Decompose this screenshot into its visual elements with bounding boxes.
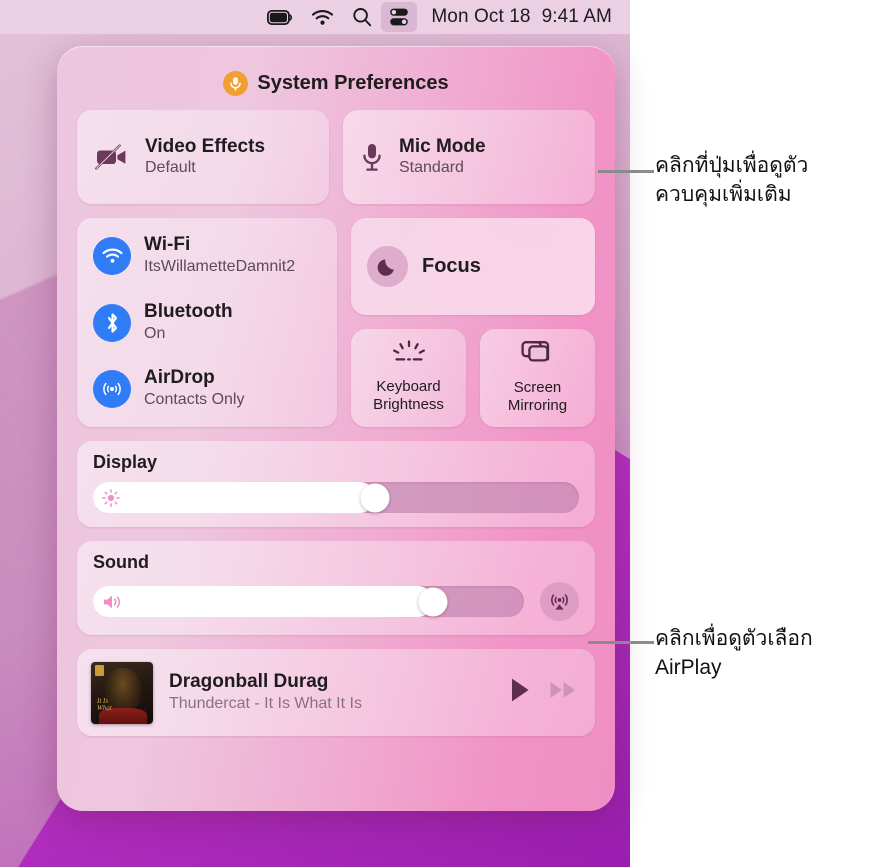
keyboard-brightness-tile[interactable]: Keyboard Brightness xyxy=(351,329,466,427)
bluetooth-row[interactable]: Bluetooth On xyxy=(93,301,337,345)
album-artwork: It Is What xyxy=(91,661,153,724)
video-off-icon xyxy=(95,144,129,170)
menu-bar-clock[interactable]: Mon Oct 18 9:41 AM xyxy=(417,6,612,28)
artwork-parental-advisory-mark xyxy=(95,664,104,676)
control-center-title: System Preferences xyxy=(257,71,449,94)
annotation-leader-line-1 xyxy=(598,170,654,173)
artwork-signature: It Is What xyxy=(97,696,112,712)
annotation-pane xyxy=(630,0,875,867)
wifi-icon[interactable] xyxy=(302,0,343,34)
bluetooth-icon xyxy=(93,303,131,342)
video-effects-subtitle: Default xyxy=(145,159,196,177)
now-playing-track: Dragonball Durag xyxy=(169,671,329,693)
menu-bar-time: 9:41 AM xyxy=(541,6,612,27)
screen-mirroring-tile[interactable]: Screen Mirroring xyxy=(480,329,595,427)
keyboard-brightness-icon xyxy=(389,340,429,371)
sound-slider-line xyxy=(93,582,579,621)
small-tiles-row: Keyboard Brightness Screen Mirroring xyxy=(351,329,595,427)
keyboard-brightness-line2: Brightness xyxy=(373,396,444,413)
wifi-text: Wi-Fi ItsWillametteDamnit2 xyxy=(144,234,295,278)
display-card: Display xyxy=(77,441,595,527)
now-playing-text: Dragonball Durag Thundercat - It Is What… xyxy=(169,670,493,715)
sound-slider-knob[interactable] xyxy=(418,587,448,616)
keyboard-brightness-line1: Keyboard xyxy=(376,378,441,396)
mic-mode-title: Mic Mode xyxy=(399,136,486,158)
battery-icon[interactable] xyxy=(258,0,302,34)
annotation-leader-line-2 xyxy=(588,641,654,644)
menu-bar: Mon Oct 18 9:41 AM xyxy=(0,0,630,34)
bluetooth-status: On xyxy=(144,324,166,342)
keyboard-brightness-label: Keyboard Brightness xyxy=(373,378,444,413)
now-playing-controls xyxy=(509,677,577,708)
display-slider-fill xyxy=(93,482,375,513)
sound-volume-slider[interactable] xyxy=(93,586,524,617)
mic-mode-subtitle: Standard xyxy=(399,159,464,177)
mic-mode-text: Mic Mode Standard xyxy=(399,135,486,179)
airdrop-text: AirDrop Contacts Only xyxy=(144,367,244,411)
sound-slider-fill xyxy=(93,586,434,617)
airdrop-icon xyxy=(93,370,131,409)
wifi-icon xyxy=(93,236,131,275)
display-slider-knob[interactable] xyxy=(360,483,390,512)
focus-tile[interactable]: Focus xyxy=(351,218,595,315)
now-playing-card[interactable]: It Is What Dragonball Durag Thundercat - … xyxy=(77,649,595,736)
screen-mirroring-line1: Screen xyxy=(513,379,562,397)
now-playing-artist-album: Thundercat - It Is What It Is xyxy=(169,694,362,712)
wifi-network-name: ItsWillametteDamnit2 xyxy=(144,257,296,275)
media-controls-row: Video Effects Default Mic Mode Standard xyxy=(77,110,595,204)
bluetooth-text: Bluetooth On xyxy=(144,301,233,345)
play-button[interactable] xyxy=(509,677,531,708)
search-icon[interactable] xyxy=(343,0,381,34)
speaker-icon xyxy=(102,593,125,611)
video-effects-tile[interactable]: Video Effects Default xyxy=(77,110,329,204)
microphone-icon xyxy=(361,142,383,172)
airdrop-title: AirDrop xyxy=(144,367,215,389)
control-center-header: System Preferences xyxy=(77,60,595,106)
bluetooth-title: Bluetooth xyxy=(144,300,233,322)
control-center-icon[interactable] xyxy=(381,2,418,32)
wifi-row[interactable]: Wi-Fi ItsWillametteDamnit2 xyxy=(93,234,337,278)
airplay-audio-icon[interactable] xyxy=(540,582,579,621)
screen-mirroring-label: Screen Mirroring xyxy=(508,379,567,414)
mic-mode-tile[interactable]: Mic Mode Standard xyxy=(343,110,595,204)
moon-icon xyxy=(367,246,408,287)
focus-and-tiles-column: Focus Keyboard Brightness Screen Mirrori… xyxy=(351,218,595,427)
network-and-focus-row: Wi-Fi ItsWillametteDamnit2 Bluetooth On xyxy=(77,218,595,427)
sound-card: Sound xyxy=(77,541,595,635)
microphone-badge-icon xyxy=(223,70,249,96)
fast-forward-button[interactable] xyxy=(549,679,577,706)
screen-mirroring-line2: Mirroring xyxy=(507,397,568,414)
airdrop-status: Contacts Only xyxy=(144,391,245,409)
menu-bar-date: Mon Oct 18 xyxy=(431,6,531,27)
focus-label: Focus xyxy=(422,255,481,277)
network-tile: Wi-Fi ItsWillametteDamnit2 Bluetooth On xyxy=(77,218,337,427)
display-brightness-slider[interactable] xyxy=(93,482,579,513)
video-effects-title: Video Effects xyxy=(145,136,266,158)
screen-mirroring-icon xyxy=(520,339,555,372)
airdrop-row[interactable]: AirDrop Contacts Only xyxy=(93,367,337,411)
brightness-icon xyxy=(102,488,120,507)
display-slider-line xyxy=(93,482,579,513)
display-caption: Display xyxy=(93,452,158,472)
sound-caption: Sound xyxy=(93,552,149,572)
annotation-more-controls: คลิกที่ปุ่มเพื่อดูตัวควบคุมเพิ่มเติม xyxy=(655,154,809,206)
annotation-airplay-options: คลิกเพื่อดูตัวเลือก AirPlay xyxy=(655,627,813,679)
control-center-panel: System Preferences Video Effects Default xyxy=(57,46,615,811)
video-effects-text: Video Effects Default xyxy=(145,135,265,179)
wifi-title: Wi-Fi xyxy=(144,234,191,255)
